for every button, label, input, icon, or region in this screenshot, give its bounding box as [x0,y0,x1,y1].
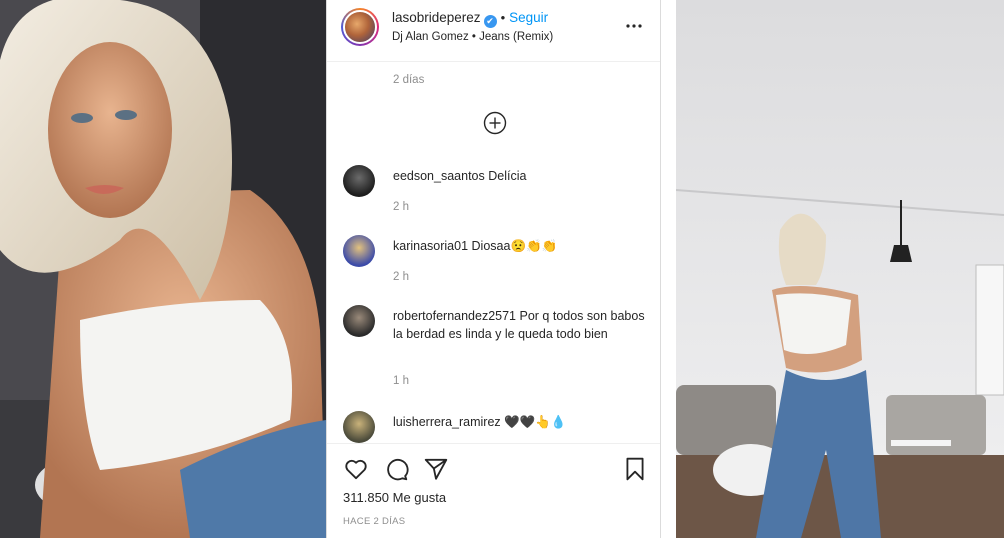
comment-time[interactable]: 2 h [393,271,409,283]
instagram-post-view: lasobrideperez ✔ • Seguir Dj Alan Gomez • J… [0,0,1004,538]
caption-time: 2 días [393,74,425,86]
commenter-username[interactable]: robertofernandez2571 [393,309,516,323]
comments-list[interactable]: 2 días eedson_saantos Delícia 2 h karina… [327,63,660,443]
commenter-avatar[interactable] [343,235,375,267]
author-line: lasobrideperez ✔ • Seguir [392,10,548,28]
comment-body: karinasoria01 Diosaa😟👏👏 [393,237,646,255]
commenter-avatar[interactable] [343,305,375,337]
comment-body: eedson_saantos Delícia [393,167,646,185]
post-photo-left[interactable] [0,0,326,538]
comment-body: robertofernandez2571 Por q todos son bab… [393,307,646,343]
comment-text: 🖤🖤👆💧 [504,415,567,429]
photo-illustration-right [676,0,1004,538]
post-actions-bar: 311.850 Me gusta HACE 2 DÍAS [327,443,660,538]
comment-time[interactable]: 1 h [393,375,409,387]
comment-bubble-icon[interactable] [383,456,409,482]
commenter-avatar[interactable] [343,165,375,197]
commenter-username[interactable]: karinasoria01 [393,239,468,253]
commenter-username[interactable]: luisherrera_ramirez [393,415,501,429]
author-username[interactable]: lasobrideperez [392,10,481,25]
plus-circle-icon[interactable] [483,111,507,135]
more-horizontal-icon[interactable] [622,14,646,38]
comment-text: Delícia [488,169,527,183]
follow-button[interactable]: Seguir [509,10,548,25]
commenter-username[interactable]: eedson_saantos [393,169,485,183]
comment-time[interactable]: 2 h [393,201,409,213]
verified-badge-icon: ✔ [483,15,497,28]
commenter-avatar[interactable] [343,411,375,443]
comment-body: luisherrera_ramirez 🖤🖤👆💧 [393,413,646,431]
heart-icon[interactable] [343,456,369,482]
photo-illustration-left [0,0,326,538]
bookmark-icon[interactable] [622,456,648,482]
likes-count[interactable]: 311.850 Me gusta [343,490,446,505]
post-side-panel: lasobrideperez ✔ • Seguir Dj Alan Gomez • J… [326,0,661,538]
post-photo-right[interactable] [676,0,1004,538]
post-header: lasobrideperez ✔ • Seguir Dj Alan Gomez • J… [327,0,660,62]
panel-gap [661,0,676,538]
author-avatar[interactable] [341,8,379,46]
separator: • [500,10,506,25]
comment-text: Diosaa😟👏👏 [471,239,558,253]
paper-plane-icon[interactable] [423,456,449,482]
audio-track-link[interactable]: Dj Alan Gomez • Jeans (Remix) [392,31,553,43]
post-timestamp[interactable]: HACE 2 DÍAS [343,516,405,527]
